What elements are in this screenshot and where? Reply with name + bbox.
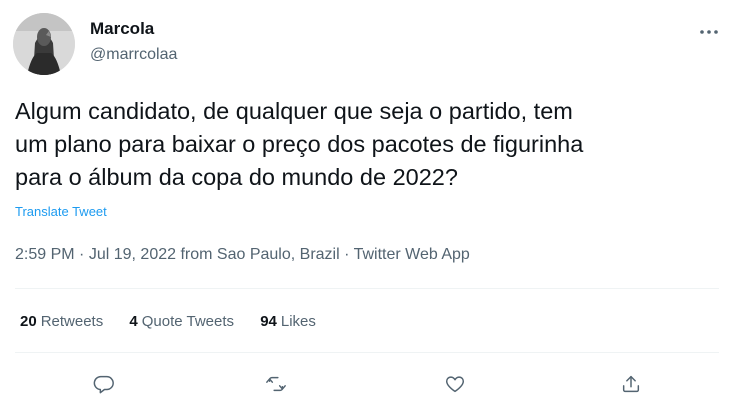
user-handle[interactable]: @marrcolaa [90,45,177,65]
avatar-image [13,13,75,75]
tweet-source[interactable]: Twitter Web App [354,246,470,263]
tweet-text-line: para o álbum da copa do mundo de 2022? [15,164,458,190]
quote-tweets-stat[interactable]: 4 Quote Tweets [129,313,234,331]
retweets-stat[interactable]: 20 Retweets [20,313,103,331]
likes-count: 94 [260,313,277,330]
meta-separator: · [344,246,350,263]
meta-separator: · [79,246,85,263]
reply-button[interactable] [90,370,118,398]
avatar[interactable] [13,13,75,75]
likes-stat[interactable]: 94 Likes [260,313,316,331]
more-options-button[interactable] [692,22,726,42]
like-button[interactable] [441,370,469,398]
more-dots-icon [700,30,718,34]
share-icon [622,375,640,393]
translate-tweet-link[interactable]: Translate Tweet [15,204,107,220]
tweet-time[interactable]: 2:59 PM [15,246,75,263]
reply-icon [93,375,114,394]
quote-tweets-label: Quote Tweets [141,313,235,330]
tweet-text-line: um plano para baixar o preço dos pacotes… [15,131,584,157]
tweet-location: from Sao Paulo, Brazil [180,246,340,263]
retweets-count: 20 [20,313,37,330]
tweet-card: Marcola @marrcolaa Algum candidato, de q… [0,0,739,420]
share-button[interactable] [617,370,645,398]
divider [15,352,719,353]
like-icon [446,376,464,393]
engagement-stats: 20 Retweets 4 Quote Tweets 94 Likes [20,313,338,331]
tweet-metadata: 2:59 PM · Jul 19, 2022 from Sao Paulo, B… [15,245,470,265]
tweet-text: Algum candidato, de qualquer que seja o … [15,95,730,194]
retweet-button[interactable] [262,370,290,398]
tweet-text-line: Algum candidato, de qualquer que seja o … [15,98,573,124]
display-name[interactable]: Marcola [90,19,154,39]
quote-tweets-count: 4 [129,313,138,330]
divider [15,288,719,289]
retweets-label: Retweets [40,313,104,330]
likes-label: Likes [280,313,316,330]
tweet-date[interactable]: Jul 19, 2022 [89,246,176,263]
retweet-icon [266,376,286,392]
